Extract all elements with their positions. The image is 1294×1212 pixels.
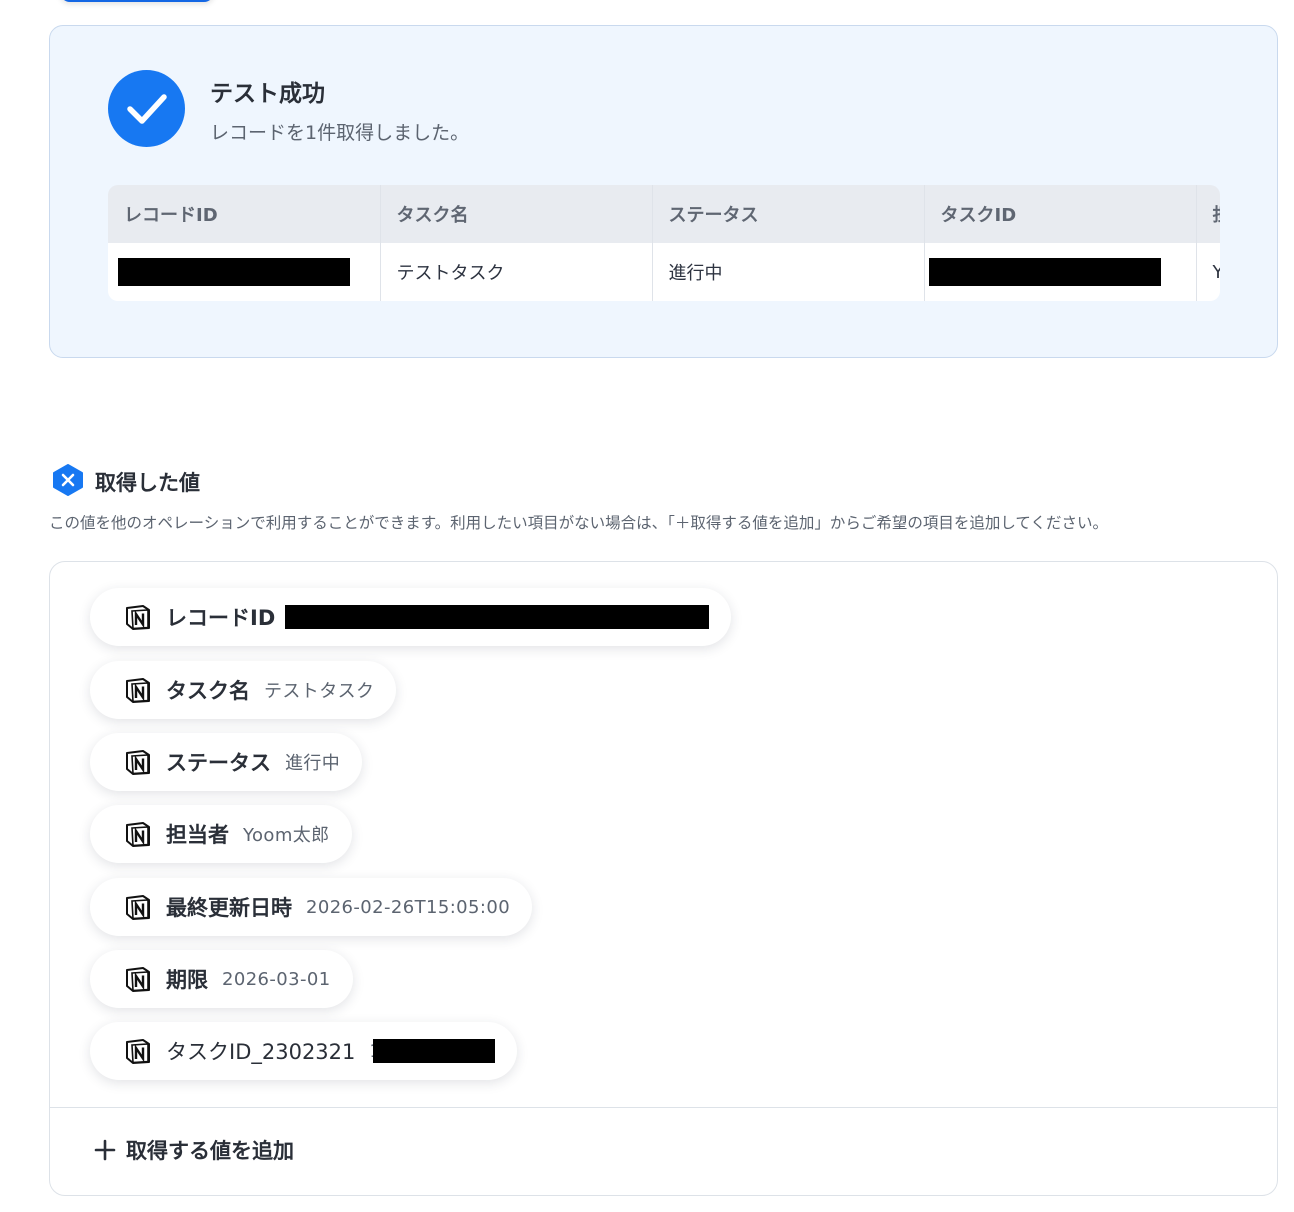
chip-value: 進行中 [285,753,341,774]
yoom-hexagon-icon [51,463,85,501]
redaction-bar [373,1039,496,1063]
notion-icon [126,605,150,630]
redaction-bar [118,258,350,286]
chip-label: ステータス [166,751,271,775]
redaction-bar [285,605,710,629]
chip-value: 1 [369,1039,496,1063]
result-table: レコードID タスク名 ステータス タスクID 担 テストタスク 進行中 Y [108,185,1220,301]
chip-value: Yoom太郎 [243,825,330,846]
notion-icon [126,1039,150,1064]
result-table-scroll[interactable]: レコードID タスク名 ステータス タスクID 担 テストタスク 進行中 Y [108,185,1220,301]
table-cell-record-id [108,243,381,301]
table-row: テストタスク 進行中 Y [108,243,1220,301]
value-chip-last-updated[interactable]: 最終更新日時 2026-02-26T15:05:00 [90,878,533,936]
column-header: 担 [1196,185,1220,243]
notion-icon [126,895,150,920]
value-chip-due-date[interactable]: 期限 2026-03-01 [90,950,353,1008]
test-success-panel: テスト成功 レコードを1件取得しました。 レコードID タスク名 ステータス タ… [49,25,1278,358]
acquired-values-title: 取得した値 [95,471,200,495]
redaction-bar [928,258,1161,286]
table-cell: 進行中 [652,243,925,301]
card-divider [50,1107,1277,1108]
value-chip-record-id[interactable]: レコードID [90,588,732,646]
success-title: テスト成功 [210,81,325,107]
table-header-row: レコードID タスク名 ステータス タスクID 担 [108,185,1220,243]
table-cell-task-id [924,243,1197,301]
value-chip-task-name[interactable]: タスク名 テストタスク [90,661,397,719]
check-circle-icon [108,70,185,147]
acquired-values-description: この値を他のオペレーションで利用することができます。利用したい項目がない場合は、… [49,514,1108,532]
table-cell: Y [1196,243,1220,301]
column-header: タスクID [924,185,1197,243]
plus-icon [94,1139,116,1161]
acquired-values-header: 取得した値 [51,463,200,501]
add-value-button[interactable]: 取得する値を追加 [94,1135,294,1165]
chip-value: テストタスク [264,681,375,702]
chip-label: タスクID_2302321 [166,1040,356,1064]
column-header: タスク名 [380,185,653,243]
column-header: ステータス [652,185,925,243]
value-chip-assignee[interactable]: 担当者 Yoom太郎 [90,805,352,863]
chip-label: 最終更新日時 [166,896,292,920]
acquired-values-card: レコードID タスク名 テストタスク ステータス 進行中 担当者 Yoom太郎 [49,561,1278,1196]
notion-icon [126,750,150,775]
chip-label: 担当者 [166,823,229,847]
chip-label: レコードID [166,606,276,630]
notion-icon [126,967,150,992]
column-header: レコードID [108,185,381,243]
value-chip-status[interactable]: ステータス 進行中 [90,733,363,791]
success-message: レコードを1件取得しました。 [210,122,470,144]
notion-icon [126,822,150,847]
notion-icon [126,678,150,703]
table-cell: テストタスク [380,243,653,301]
chip-value: 2026-02-26T15:05:00 [306,896,511,918]
top-button-edge[interactable] [60,0,214,2]
chip-label: 期限 [166,968,208,992]
chip-value: 2026-03-01 [222,968,331,990]
value-chip-task-id[interactable]: タスクID_2302321 1 [90,1022,518,1080]
add-value-label: 取得する値を追加 [126,1139,294,1163]
chip-label: タスク名 [166,679,250,703]
